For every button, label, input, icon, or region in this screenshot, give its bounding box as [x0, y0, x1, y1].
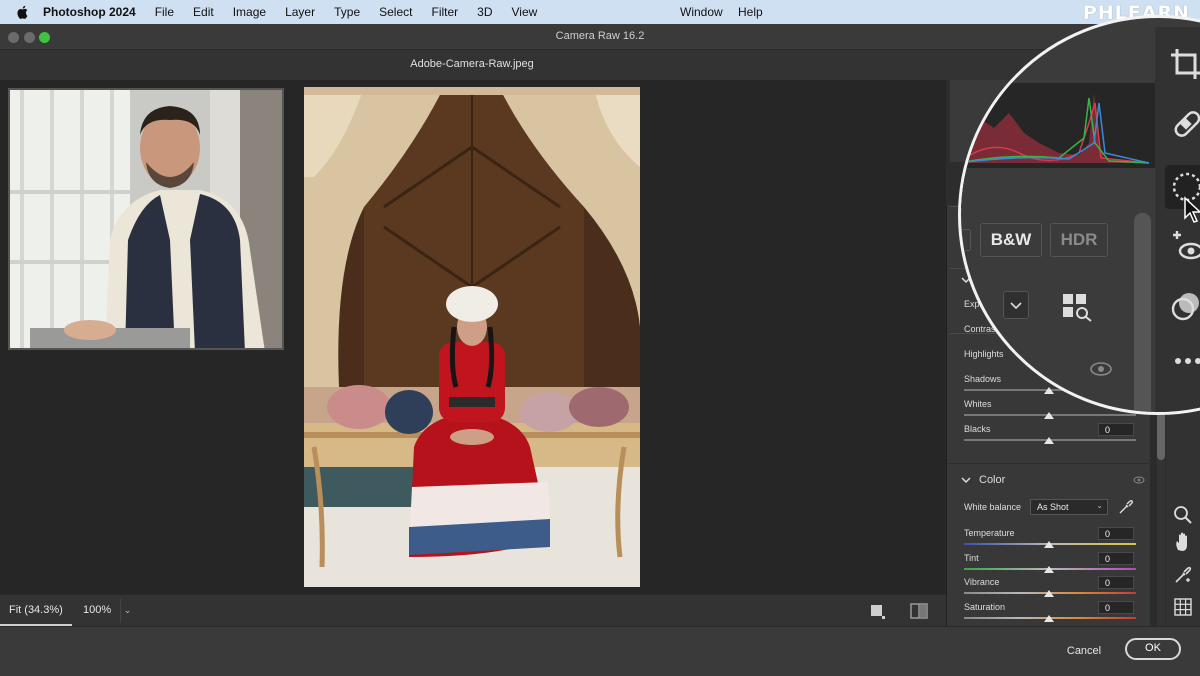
magnifier-overlay: B&W HDR [958, 15, 1200, 415]
before-after-icon[interactable] [910, 603, 928, 619]
saturation-value[interactable]: 0 [1098, 601, 1134, 614]
menu-image[interactable]: Image [233, 5, 266, 19]
more-icon[interactable] [1173, 355, 1200, 367]
main-photo[interactable] [304, 87, 640, 587]
presets-icon[interactable] [1169, 289, 1200, 323]
zoom-dropdown-chevron-icon[interactable]: ⌄ [120, 599, 134, 623]
vibrance-slider-thumb[interactable] [1044, 590, 1054, 597]
menu-window[interactable]: Window [680, 5, 723, 19]
healing-icon[interactable] [1169, 107, 1200, 141]
menu-app-name[interactable]: Photoshop 2024 [43, 5, 136, 19]
photo-image [304, 87, 640, 587]
chevron-down-icon [1010, 302, 1022, 310]
blacks-value[interactable]: 0 [1098, 423, 1134, 436]
temperature-slider-thumb[interactable] [1044, 541, 1054, 548]
apple-icon[interactable] [15, 4, 31, 20]
cancel-button[interactable]: Cancel [1058, 642, 1110, 662]
zoom-bar: Fit (34.3%) 100% ⌄ [0, 594, 946, 626]
menu-3d[interactable]: 3D [477, 5, 492, 19]
bw-profile-button[interactable]: B&W [980, 223, 1042, 257]
zoom-100-option[interactable]: 100% [83, 604, 111, 616]
menu-type[interactable]: Type [334, 5, 360, 19]
histogram-zoomed [961, 83, 1159, 208]
color-visibility-eye-icon[interactable] [1133, 475, 1145, 485]
color-section-chevron-icon[interactable] [961, 475, 971, 485]
chevron-down-icon: ⌄ [1096, 501, 1103, 510]
tint-value[interactable]: 0 [1098, 552, 1134, 565]
blacks-label: Blacks [964, 424, 991, 434]
red-eye-icon[interactable] [1169, 229, 1200, 263]
color-section-title[interactable]: Color [979, 474, 1005, 486]
menu-select[interactable]: Select [379, 5, 412, 19]
white-balance-label: White balance [964, 502, 1022, 512]
hand-icon[interactable] [1170, 530, 1196, 556]
temperature-label: Temperature [964, 528, 1015, 538]
sampler-icon[interactable] [1170, 562, 1196, 588]
vibrance-label: Vibrance [964, 577, 1000, 587]
saturation-slider-thumb[interactable] [1044, 615, 1054, 622]
menu-layer[interactable]: Layer [285, 5, 315, 19]
magnifier-content: B&W HDR [961, 18, 1200, 412]
whites-slider-thumb[interactable] [1044, 412, 1054, 419]
tint-slider-thumb[interactable] [1044, 566, 1054, 573]
white-balance-value: As Shot [1037, 502, 1069, 512]
menu-file[interactable]: File [155, 5, 174, 19]
menu-view[interactable]: View [512, 5, 538, 19]
instructor-video [10, 90, 282, 348]
vibrance-value[interactable]: 0 [1098, 576, 1134, 589]
tint-label: Tint [964, 553, 979, 563]
zoom-icon[interactable] [1170, 502, 1196, 528]
menu-edit[interactable]: Edit [193, 5, 214, 19]
eyedropper-icon[interactable] [1117, 498, 1135, 516]
file-name: Adobe-Camera-Raw.jpeg [410, 58, 534, 70]
white-balance-select[interactable]: As Shot ⌄ [1030, 499, 1108, 515]
instructor-video-overlay [8, 88, 284, 350]
exposure-dropdown[interactable] [1003, 291, 1029, 319]
single-view-icon[interactable] [870, 604, 886, 620]
saturation-label: Saturation [964, 602, 1006, 612]
temperature-value[interactable]: 0 [1098, 527, 1134, 540]
hdr-profile-button[interactable]: HDR [1050, 223, 1108, 257]
ok-button[interactable]: OK [1125, 638, 1181, 660]
blacks-slider-thumb[interactable] [1044, 437, 1054, 444]
grid-icon[interactable] [1170, 594, 1196, 620]
dialog-footer: Cancel OK [0, 626, 1200, 676]
profile-prev-edge [963, 229, 971, 251]
cursor-icon [1184, 196, 1200, 223]
eye-icon[interactable] [1089, 361, 1113, 377]
crop-icon[interactable] [1169, 47, 1200, 81]
divider [947, 463, 1157, 464]
panel-scrollbar-zoomed[interactable] [1134, 213, 1151, 412]
fit-zoom-option[interactable]: Fit (34.3%) [0, 595, 72, 626]
menu-filter[interactable]: Filter [431, 5, 458, 19]
menu-help[interactable]: Help [738, 5, 763, 19]
screen: Photoshop 2024 File Edit Image Layer Typ… [0, 0, 1200, 676]
presets-browse-icon[interactable] [1061, 292, 1093, 322]
